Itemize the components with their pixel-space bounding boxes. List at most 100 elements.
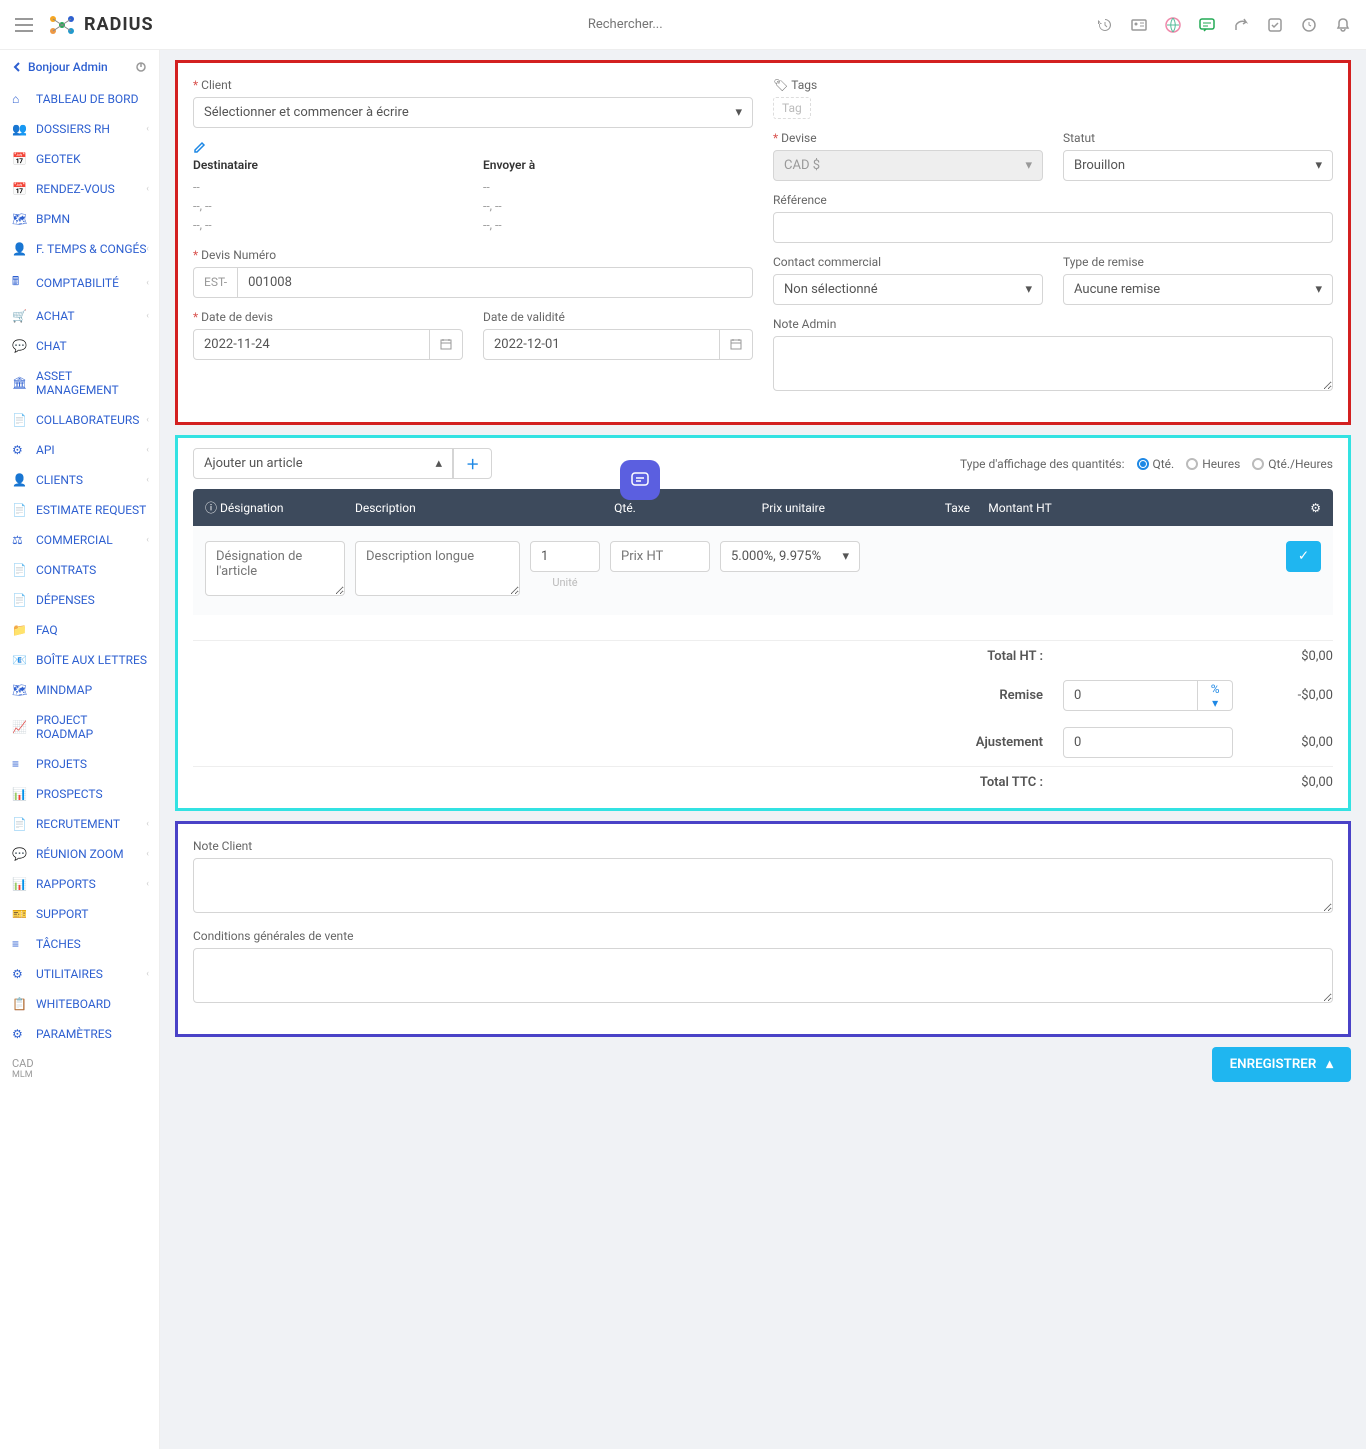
- contact-label: Contact commercial: [773, 255, 1043, 269]
- nav-item[interactable]: 📋WHITEBOARD: [0, 989, 159, 1019]
- nav-label: RECRUTEMENT: [36, 817, 120, 831]
- nav-item[interactable]: ⚙UTILITAIRES‹: [0, 959, 159, 989]
- tag-input[interactable]: Tag: [773, 97, 811, 119]
- nav-item[interactable]: 📄RECRUTEMENT‹: [0, 809, 159, 839]
- item-price-input[interactable]: [610, 541, 710, 572]
- panel-notes: Note Client Conditions générales de vent…: [175, 821, 1351, 1037]
- nav-item[interactable]: 👤F. TEMPS & CONGÉS‹: [0, 234, 159, 264]
- chat-icon[interactable]: [1199, 17, 1215, 33]
- discount-type-select[interactable]: Aucune remise▾: [1063, 274, 1333, 305]
- sidebar: Bonjour Admin ⌂TABLEAU DE BORD👥DOSSIERS …: [0, 50, 160, 1449]
- nav-item[interactable]: 🗺MINDMAP: [0, 675, 159, 705]
- topbar: RADIUS: [0, 0, 1366, 50]
- send-lines: ----, ----, --: [483, 178, 753, 236]
- radio-hours[interactable]: Heures: [1186, 457, 1240, 471]
- date-devis-label: Date de devis: [193, 310, 463, 324]
- nav-label: PROSPECTS: [36, 787, 103, 801]
- radio-qty-hours[interactable]: Qté./Heures: [1252, 457, 1333, 471]
- nav-item[interactable]: 🗺BPMN: [0, 204, 159, 234]
- discount-input[interactable]: [1063, 680, 1198, 711]
- nav-item[interactable]: ⚖COMMERCIAL‹: [0, 525, 159, 555]
- nav-item[interactable]: 🛒ACHAT‹: [0, 301, 159, 331]
- date-devis-picker-icon[interactable]: [430, 329, 463, 360]
- date-valid-picker-icon[interactable]: [720, 329, 753, 360]
- status-label: Statut: [1063, 131, 1333, 145]
- nav-item[interactable]: ⚙API‹: [0, 435, 159, 465]
- nav-icon: 📄: [12, 413, 26, 427]
- dest-label: Destinataire: [193, 158, 463, 172]
- date-valid-input[interactable]: [483, 329, 720, 360]
- devis-num-input[interactable]: [237, 267, 753, 298]
- note-client-input[interactable]: [193, 858, 1333, 913]
- history-icon[interactable]: [1097, 17, 1113, 33]
- nav-item[interactable]: ≡PROJETS: [0, 749, 159, 779]
- date-devis-input[interactable]: [193, 329, 430, 360]
- edit-recipient-icon[interactable]: [193, 140, 753, 154]
- nav-item[interactable]: 👥DOSSIERS RH‹: [0, 114, 159, 144]
- client-select[interactable]: Sélectionner et commencer à écrire ▾: [193, 97, 753, 128]
- nav-item[interactable]: ≡TÂCHES: [0, 929, 159, 959]
- nav-item[interactable]: 📧BOÎTE AUX LETTRES: [0, 645, 159, 675]
- radio-qty[interactable]: Qté.: [1137, 457, 1175, 471]
- menu-toggle-icon[interactable]: [15, 18, 33, 32]
- nav-item[interactable]: 🖩COMPTABILITÉ‹: [0, 264, 159, 301]
- terms-input[interactable]: [193, 948, 1333, 1003]
- nav-item[interactable]: 🏛ASSET MANAGEMENT: [0, 361, 159, 405]
- ref-input[interactable]: [773, 212, 1333, 243]
- nav-item[interactable]: ⌂TABLEAU DE BORD: [0, 84, 159, 114]
- nav-item[interactable]: 📁FAQ: [0, 615, 159, 645]
- nav-label: RÉUNION ZOOM: [36, 847, 124, 861]
- bell-icon[interactable]: [1335, 17, 1351, 33]
- power-icon[interactable]: [135, 61, 147, 73]
- nav-item[interactable]: 📊PROSPECTS: [0, 779, 159, 809]
- add-item-select[interactable]: Ajouter un article▴: [193, 448, 453, 479]
- discount-unit-button[interactable]: % ▾: [1198, 680, 1233, 711]
- caret-down-icon: ▾: [1025, 282, 1032, 297]
- nav-item[interactable]: 📄COLLABORATEURS‹: [0, 405, 159, 435]
- gear-icon[interactable]: ⚙: [1310, 501, 1321, 515]
- nav-item[interactable]: 👤CLIENTS‹: [0, 465, 159, 495]
- contact-select[interactable]: Non sélectionné▾: [773, 274, 1043, 305]
- item-confirm-button[interactable]: ✓: [1286, 541, 1321, 572]
- search-wrap: [154, 17, 1097, 32]
- globe-icon[interactable]: [1165, 17, 1181, 33]
- search-input[interactable]: [525, 17, 725, 32]
- share-icon[interactable]: [1233, 17, 1249, 33]
- nav-item[interactable]: 📄CONTRATS: [0, 555, 159, 585]
- check-icon[interactable]: [1267, 17, 1283, 33]
- note-admin-input[interactable]: [773, 336, 1333, 391]
- chat-fab-icon[interactable]: [620, 460, 660, 500]
- nav-icon: ⚖: [12, 533, 26, 547]
- discount-type-label: Type de remise: [1063, 255, 1333, 269]
- item-description-input[interactable]: [355, 541, 520, 596]
- nav-item[interactable]: 📊RAPPORTS‹: [0, 869, 159, 899]
- nav-item[interactable]: 📄ESTIMATE REQUEST: [0, 495, 159, 525]
- item-unit-label: Unité: [530, 576, 600, 589]
- nav-item[interactable]: 💬RÉUNION ZOOM‹: [0, 839, 159, 869]
- item-tax-select[interactable]: 5.000%, 9.975%▾: [720, 541, 860, 572]
- nav-label: BOÎTE AUX LETTRES: [36, 653, 147, 667]
- adjust-input[interactable]: [1063, 727, 1233, 758]
- nav-item[interactable]: 💬CHAT: [0, 331, 159, 361]
- status-select[interactable]: Brouillon▾: [1063, 150, 1333, 181]
- chevron-left-icon: ‹: [146, 415, 149, 425]
- card-icon[interactable]: [1131, 17, 1147, 33]
- save-button[interactable]: ENREGISTRER ▴: [1212, 1047, 1351, 1082]
- top-icon-bar: [1097, 17, 1351, 33]
- nav-item[interactable]: 📈PROJECT ROADMAP: [0, 705, 159, 749]
- clock-icon[interactable]: [1301, 17, 1317, 33]
- nav-item[interactable]: 📄DÉPENSES: [0, 585, 159, 615]
- nav-item[interactable]: 📅RENDEZ-VOUS‹: [0, 174, 159, 204]
- nav-item[interactable]: 🎫SUPPORT: [0, 899, 159, 929]
- chevron-left-icon: ‹: [146, 278, 149, 288]
- nav-item[interactable]: ⚙PARAMÈTRES: [0, 1019, 159, 1049]
- add-item-button[interactable]: ＋: [453, 448, 492, 479]
- item-qty-input[interactable]: [530, 541, 600, 572]
- nav-icon: 🛒: [12, 309, 26, 323]
- nav-icon: ≡: [12, 937, 26, 951]
- nav-icon: 📊: [12, 877, 26, 891]
- chevron-left-icon: ‹: [146, 535, 149, 545]
- item-designation-input[interactable]: [205, 541, 345, 596]
- nav-item[interactable]: 📅GEOTEK: [0, 144, 159, 174]
- nav-label: UTILITAIRES: [36, 967, 103, 981]
